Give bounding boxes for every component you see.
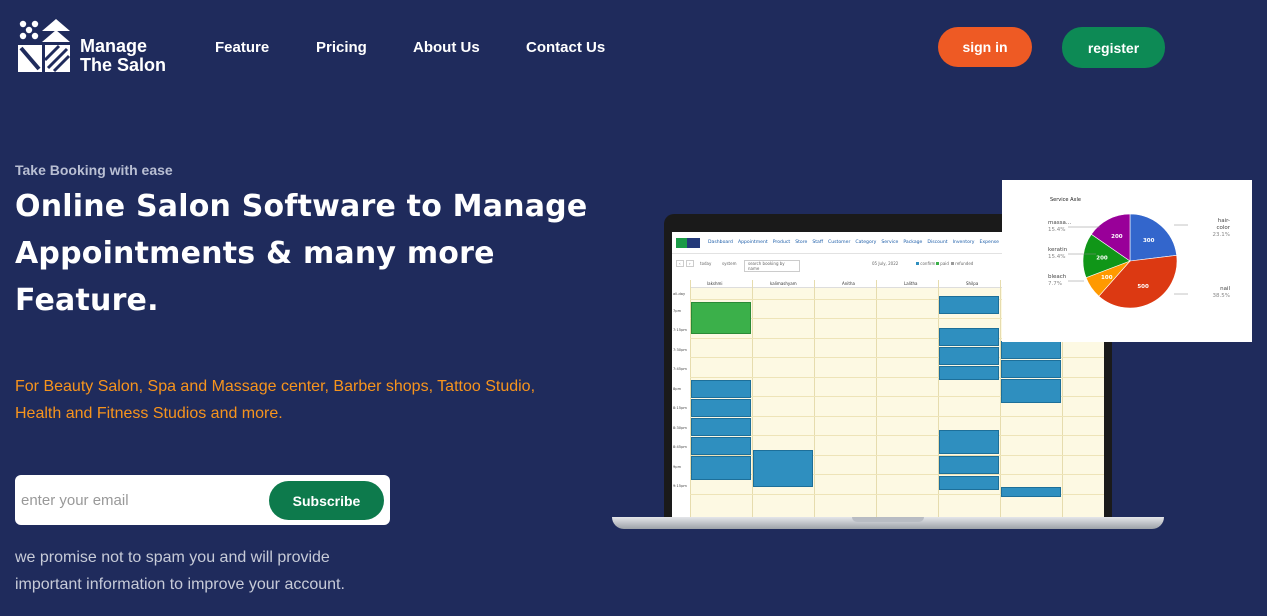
brand-line-1: Manage xyxy=(80,36,148,56)
subscribe-button[interactable]: Subscribe xyxy=(269,481,384,520)
next-arrow-icon: › xyxy=(686,260,694,267)
time-label: 7:30pm xyxy=(673,348,687,352)
promise-note: we promise not to spam you and will prov… xyxy=(15,549,345,593)
slice-label-bleach: bleach 7.7% xyxy=(1048,274,1067,287)
app-logo xyxy=(676,237,700,248)
time-label: all-day xyxy=(673,292,686,296)
appointment-block xyxy=(753,450,813,487)
time-label: 8:45pm xyxy=(673,445,687,449)
system-checkbox: system xyxy=(722,261,737,266)
logo-icon xyxy=(18,19,71,73)
appointment-block xyxy=(691,399,751,417)
brand-logo[interactable]: Manage The Salon xyxy=(18,19,168,75)
pie-slice-value: 200 xyxy=(1096,256,1108,262)
brand-name: Manage The Salon xyxy=(80,37,166,75)
hero-subtext: For Beauty Salon, Spa and Massage center… xyxy=(15,378,536,422)
appointment-block xyxy=(1001,379,1061,403)
appointment-block xyxy=(691,302,751,334)
staff-column: Lalitha xyxy=(904,281,918,286)
appointment-block xyxy=(1001,360,1061,378)
app-menu-item: Category xyxy=(855,240,877,245)
email-input[interactable] xyxy=(15,475,265,525)
nav-about-us[interactable]: About Us xyxy=(413,39,480,56)
appointment-block xyxy=(939,366,999,380)
staff-column: lakshmi xyxy=(707,281,723,286)
app-menu-item: Product xyxy=(772,240,791,245)
appointment-block xyxy=(939,296,999,314)
app-menu-item: Package xyxy=(903,240,923,245)
time-label: 9pm xyxy=(673,465,682,469)
calendar-date: 05 July, 2022 xyxy=(872,261,899,266)
app-menu-item: Dashboard xyxy=(708,240,733,245)
time-label: 7:45pm xyxy=(673,367,687,371)
booking-search: search booking by name xyxy=(744,260,800,272)
subscribe-form: Subscribe xyxy=(15,475,390,525)
legend-paid: paid xyxy=(936,261,949,266)
legend-refunded: refunded xyxy=(951,261,973,266)
appointment-block xyxy=(691,418,751,436)
appointment-block xyxy=(939,347,999,365)
appointment-block xyxy=(939,328,999,346)
register-button[interactable]: register xyxy=(1062,27,1165,68)
pie-slice-value: 300 xyxy=(1143,238,1155,244)
time-label: 8:15pm xyxy=(673,406,687,410)
legend-confirm: confirm xyxy=(916,261,935,266)
nav-pricing[interactable]: Pricing xyxy=(316,39,367,56)
app-menu-item: Service xyxy=(881,240,899,245)
sign-in-button[interactable]: sign in xyxy=(938,27,1032,67)
appointment-block xyxy=(691,456,751,480)
time-label: 7:15pm xyxy=(673,328,687,332)
staff-column: kalimashyam xyxy=(770,281,797,286)
staff-column: Anitha xyxy=(842,281,855,286)
prev-arrow-icon: ‹ xyxy=(676,260,684,267)
appointment-block xyxy=(1001,341,1061,359)
slice-label-massage: massa... 15.4% xyxy=(1048,220,1072,233)
app-menu-item: Appointment xyxy=(737,240,768,245)
app-menu-item: Store xyxy=(795,240,808,245)
brand-line-2: The Salon xyxy=(80,55,167,75)
slice-label-hair-color: hair-color 23.1% xyxy=(1212,218,1230,238)
appointment-block xyxy=(1001,487,1061,497)
slice-label-nail: nail 38.5% xyxy=(1212,286,1230,299)
hero-headline: Online Salon Software to Manage Appointm… xyxy=(15,189,588,318)
appointment-block xyxy=(939,476,999,490)
nav-feature[interactable]: Feature xyxy=(215,39,269,56)
time-label: 9:15pm xyxy=(673,484,687,488)
appointment-block xyxy=(691,437,751,455)
pie-slice-value: 500 xyxy=(1137,284,1149,290)
appointment-block xyxy=(939,430,999,454)
pie-chart: 300 500 100 200 200 xyxy=(1068,213,1188,309)
pie-chart-card: Service Axle 300 500 100 200 200 massa... 15… xyxy=(1002,180,1252,342)
app-menu-item: Inventory xyxy=(952,240,975,245)
staff-column: Shilpa xyxy=(966,281,979,286)
time-label: 8pm xyxy=(673,387,682,391)
pie-slice-value: 100 xyxy=(1101,275,1113,281)
app-menu-item: Customer xyxy=(828,240,851,245)
slice-label-keratin: keratin 15.4% xyxy=(1048,247,1068,260)
laptop-notch xyxy=(852,517,924,522)
appointment-block xyxy=(691,380,751,398)
hero-tagline: Take Booking with ease xyxy=(15,162,173,178)
time-label: 7pm xyxy=(673,309,682,313)
app-menu-item: Expense xyxy=(979,240,1000,245)
nav-contact-us[interactable]: Contact Us xyxy=(526,39,605,56)
pie-slice-value: 200 xyxy=(1111,234,1123,240)
app-menu-item: Discount xyxy=(927,240,948,245)
today-button: today xyxy=(700,261,712,266)
time-label: 8:30pm xyxy=(673,426,687,430)
app-menu-item: Staff xyxy=(812,240,824,245)
appointment-block xyxy=(939,456,999,474)
